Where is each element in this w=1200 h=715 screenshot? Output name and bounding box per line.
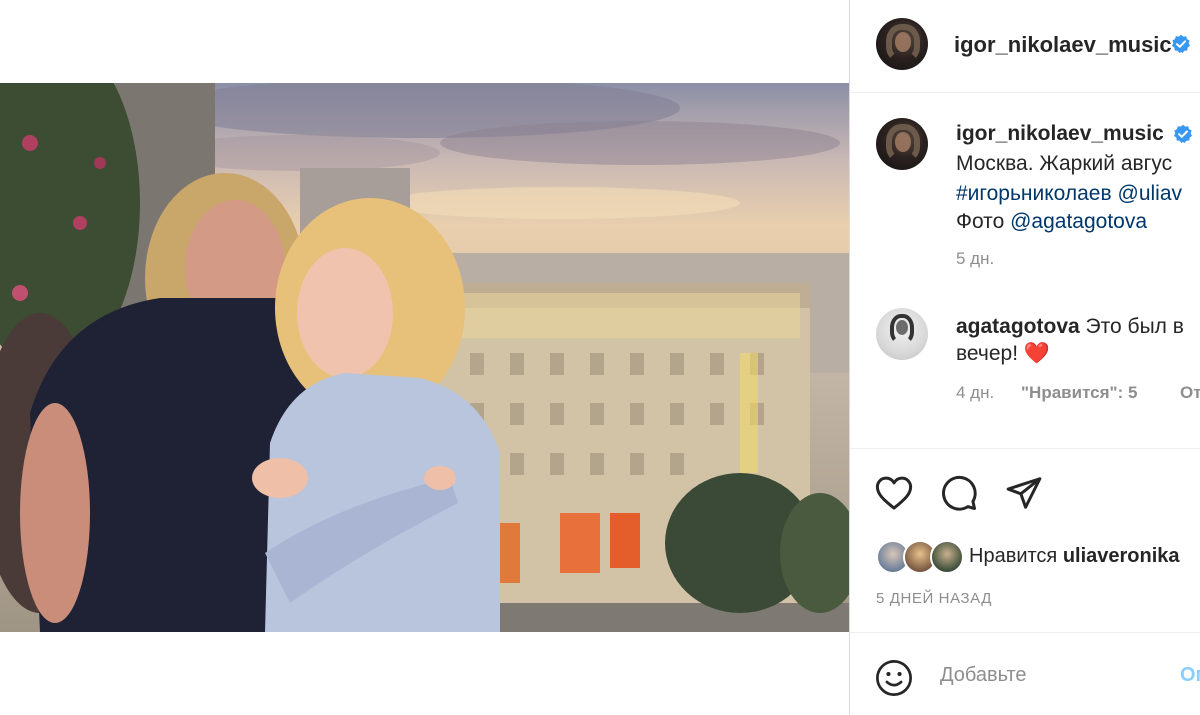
- author-username[interactable]: igor_nikolaev_music: [954, 32, 1172, 58]
- avatar-face: [896, 320, 908, 335]
- caption-hashtag-link[interactable]: #игорьниколаев: [956, 182, 1112, 205]
- comment-line-2: вечер! ❤️: [956, 340, 1050, 367]
- comment-reply-button[interactable]: От: [1180, 383, 1200, 403]
- caption-timestamp[interactable]: 5 дн.: [956, 249, 994, 269]
- caption-line-2: #игорьниколаев @uliav: [956, 180, 1182, 207]
- comment-text-part-2: вечер!: [956, 342, 1019, 365]
- post-photo[interactable]: [0, 83, 849, 632]
- verified-badge-icon: [1172, 34, 1190, 53]
- verified-badge-icon: [1174, 124, 1192, 143]
- commenter-avatar[interactable]: [876, 308, 928, 360]
- likes-prefix: Нравится: [969, 545, 1058, 567]
- add-comment-input[interactable]: Добавьте: [940, 664, 1027, 687]
- comment-button[interactable]: [939, 473, 979, 513]
- author-avatar[interactable]: [876, 18, 928, 70]
- post-sidebar: igor_nikolaev_music igor_nikolaev_music …: [850, 0, 1200, 715]
- caption-mention-link[interactable]: @uliav: [1118, 182, 1183, 205]
- heart-icon: [875, 476, 913, 510]
- smiley-icon: [876, 660, 912, 696]
- comment-text-part-1: Это был в: [1085, 315, 1184, 338]
- post-media-column: [0, 0, 849, 715]
- comment-timestamp[interactable]: 4 дн.: [956, 383, 994, 403]
- comment-line-1: agatagotova Это был в: [956, 313, 1184, 340]
- caption-photo-prefix: Фото: [956, 210, 1005, 233]
- commenter-username[interactable]: agatagotova: [956, 315, 1080, 338]
- comment-icon: [942, 475, 977, 511]
- caption-author-username[interactable]: igor_nikolaev_music: [956, 122, 1164, 146]
- post-header: igor_nikolaev_music: [850, 0, 1200, 93]
- avatar-face: [895, 32, 911, 52]
- likes-summary: Нравится uliaveronika: [969, 545, 1180, 568]
- actions-divider: [850, 448, 1200, 449]
- caption-line-1: Москва. Жаркий авгус: [956, 152, 1173, 175]
- publish-comment-button[interactable]: Оп: [1180, 664, 1200, 687]
- caption-photographer-link[interactable]: @agatagotova: [1010, 210, 1147, 233]
- heart-emoji: ❤️: [1023, 342, 1051, 365]
- liker-avatar[interactable]: [930, 540, 964, 574]
- comment-likes-count[interactable]: "Нравится": 5: [1021, 383, 1137, 403]
- comment-input-divider: [850, 632, 1200, 633]
- like-button[interactable]: [874, 473, 914, 513]
- liked-by-row: Нравится uliaveronika: [876, 540, 1200, 574]
- caption-line-3: Фото @agatagotova: [956, 208, 1147, 235]
- share-button[interactable]: [1004, 473, 1044, 513]
- paper-plane-icon: [1006, 477, 1042, 509]
- likes-username[interactable]: uliaveronika: [1063, 545, 1180, 567]
- emoji-button[interactable]: [874, 658, 914, 698]
- post-time-ago[interactable]: 5 ДНЕЙ НАЗАД: [876, 590, 992, 607]
- photo-illustration: [0, 83, 849, 632]
- caption-author-avatar[interactable]: [876, 118, 928, 170]
- avatar-face: [895, 132, 911, 152]
